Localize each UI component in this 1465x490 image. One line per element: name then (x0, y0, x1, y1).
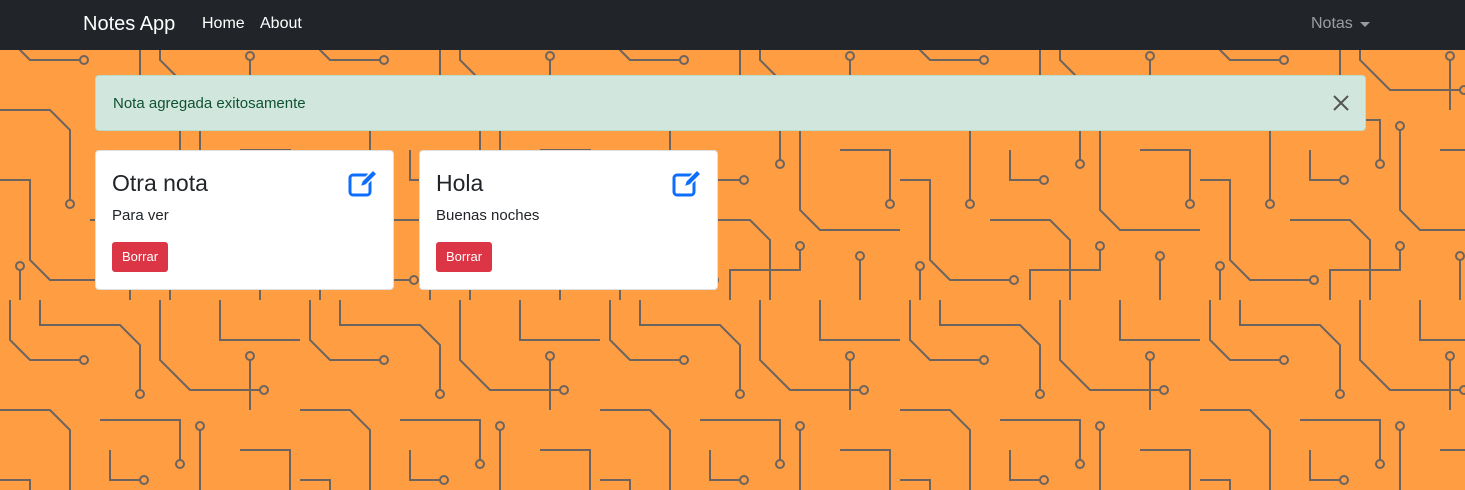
note-body: Para ver (112, 207, 169, 224)
note-card: Hola Buenas noches Borrar (419, 150, 718, 290)
delete-button[interactable]: Borrar (436, 242, 492, 272)
note-card: Otra nota Para ver Borrar (95, 150, 394, 290)
note-title: Hola (436, 170, 484, 196)
note-body: Buenas noches (436, 207, 540, 224)
notas-dropdown-toggle[interactable]: Notas (1311, 14, 1370, 34)
close-icon[interactable] (1331, 93, 1351, 113)
brand-link[interactable]: Notes App (83, 12, 175, 36)
caret-down-icon (1359, 21, 1370, 27)
nav-about-link[interactable]: About (260, 14, 302, 34)
nav-home-link[interactable]: Home (202, 14, 245, 34)
alert-message: Nota agregada exitosamente (113, 95, 306, 112)
delete-button[interactable]: Borrar (112, 242, 168, 272)
note-title: Otra nota (112, 170, 208, 196)
top-navbar: Notes App Home About Notas (0, 0, 1465, 50)
success-alert: Nota agregada exitosamente (95, 75, 1366, 131)
notas-dropdown-label: Notas (1311, 15, 1353, 32)
edit-icon[interactable] (348, 169, 378, 197)
edit-icon[interactable] (672, 169, 702, 197)
